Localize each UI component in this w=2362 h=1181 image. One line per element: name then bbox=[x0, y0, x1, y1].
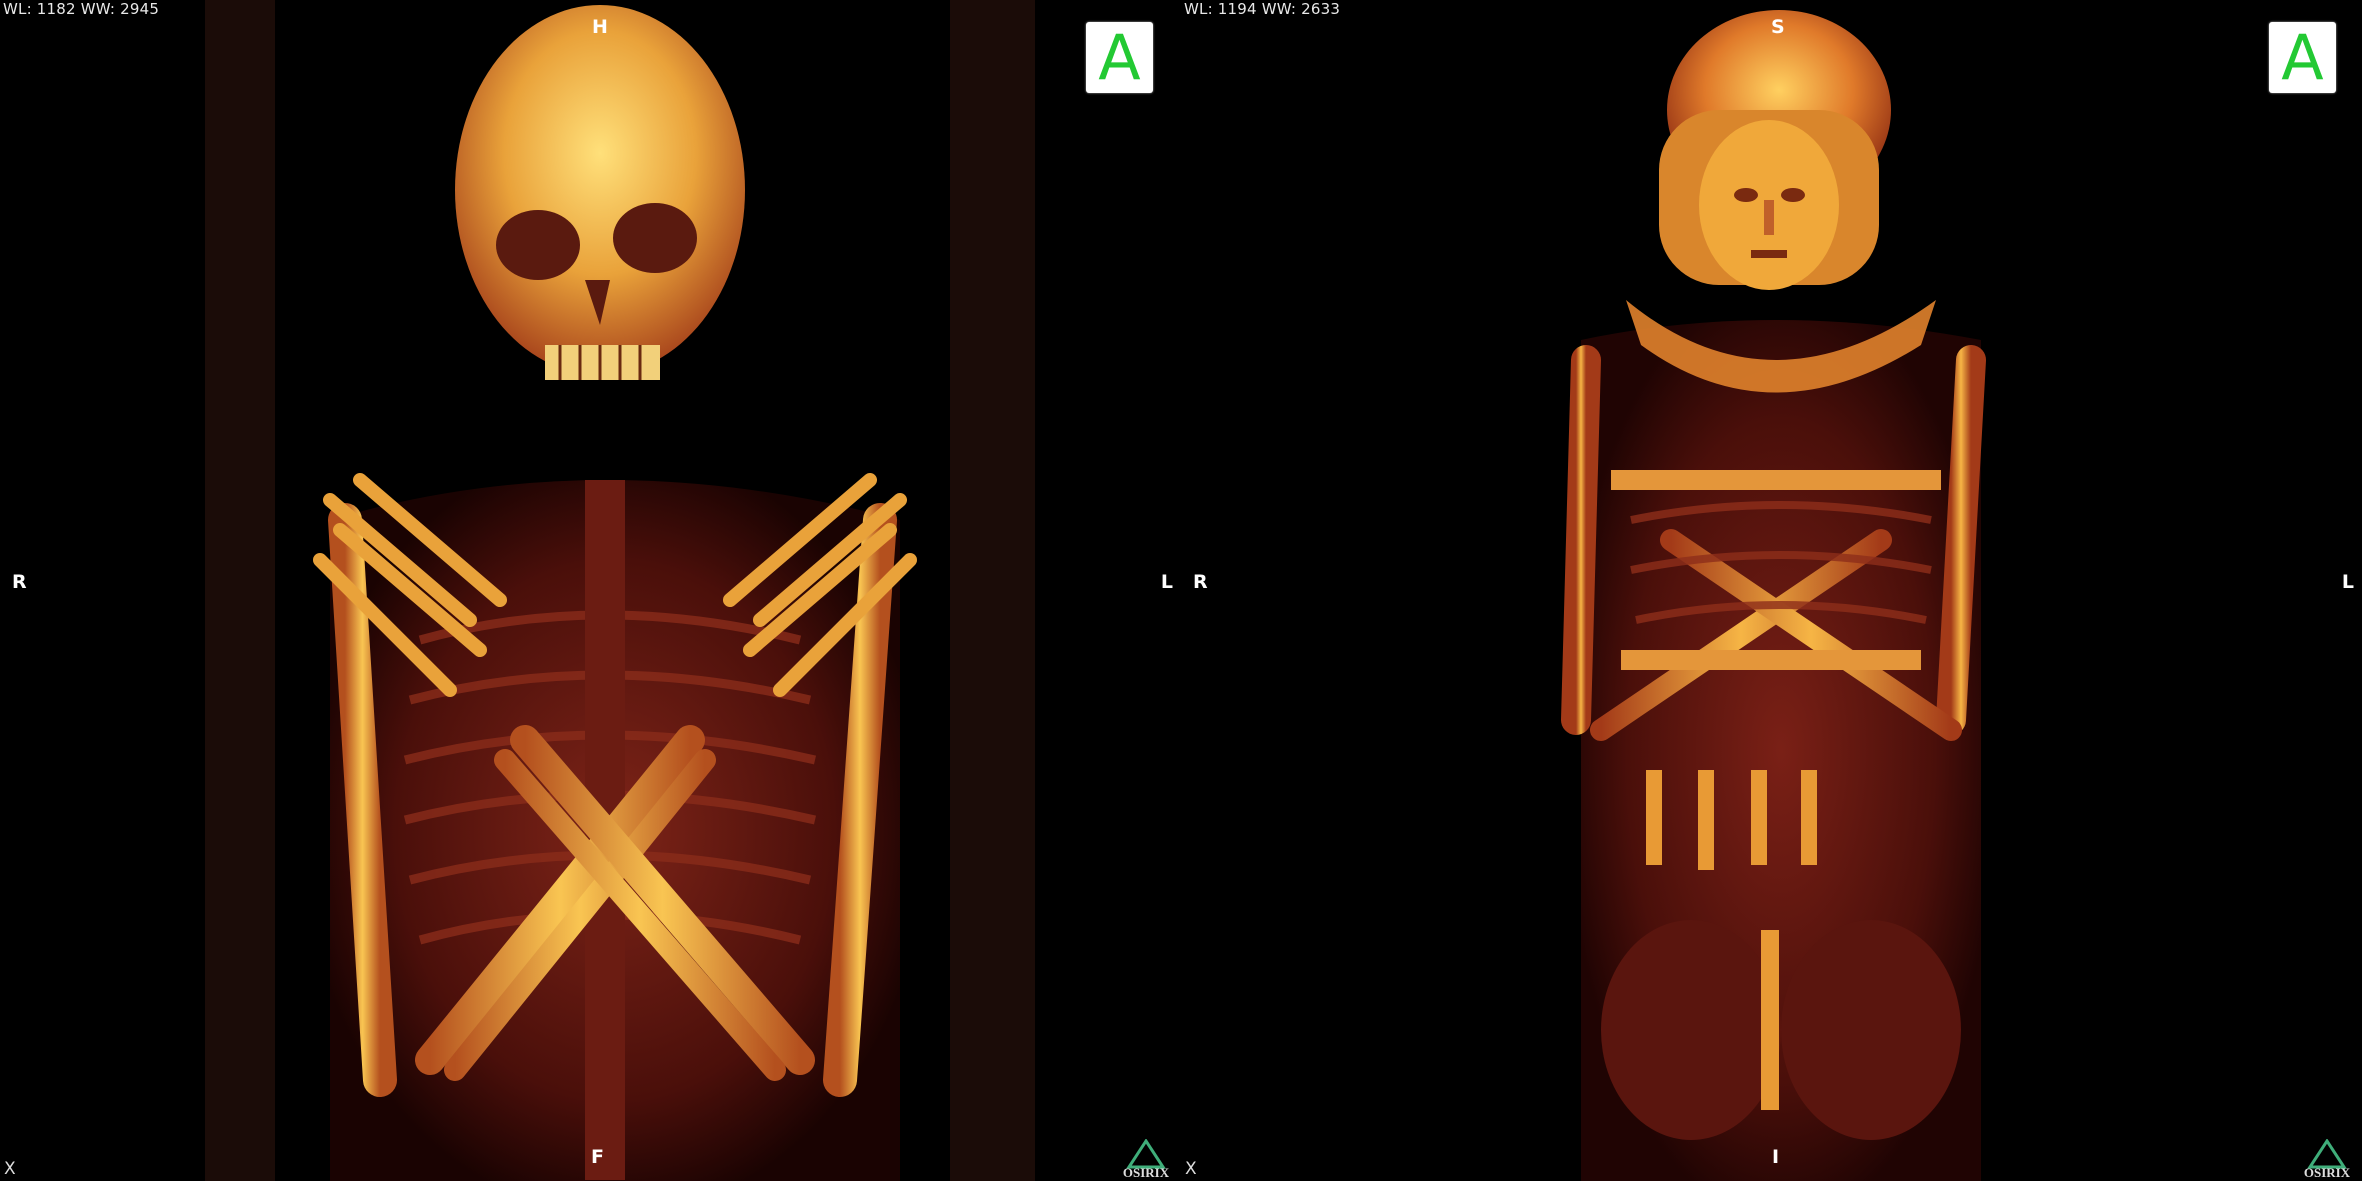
orientation-top-label: H bbox=[592, 16, 608, 38]
orientation-left-label: R bbox=[1193, 571, 1208, 593]
mask-render-image[interactable] bbox=[1181, 0, 2362, 1181]
anterior-orientation-button[interactable]: A bbox=[1086, 22, 1153, 93]
orientation-left-label: R bbox=[12, 571, 27, 593]
svg-text:OSIRIX: OSIRIX bbox=[2304, 1165, 2351, 1179]
window-level-readout: WL: 1182 WW: 2945 bbox=[3, 0, 160, 18]
osirix-logo-icon: OSIRIX bbox=[1123, 1139, 1170, 1179]
orientation-right-label: L bbox=[2341, 571, 2354, 593]
skeleton-render-image[interactable] bbox=[0, 0, 1181, 1181]
orientation-right-label: L bbox=[1160, 571, 1173, 593]
anterior-label: A bbox=[1098, 20, 1141, 94]
close-viewport-button[interactable]: X bbox=[4, 1159, 16, 1179]
orientation-top-label: S bbox=[1771, 16, 1785, 38]
svg-text:OSIRIX: OSIRIX bbox=[1123, 1165, 1170, 1179]
window-level-readout: WL: 1194 WW: 2633 bbox=[1184, 0, 1341, 18]
left-viewport[interactable]: WL: 1182 WW: 2945 H F R L A X OSIRIX bbox=[0, 0, 1181, 1181]
osirix-logo-icon: OSIRIX bbox=[2304, 1139, 2351, 1179]
anterior-orientation-button[interactable]: A bbox=[2269, 22, 2336, 93]
right-viewport[interactable]: WL: 1194 WW: 2633 S I R L A X OSIRIX bbox=[1181, 0, 2362, 1181]
orientation-bottom-label: F bbox=[591, 1146, 604, 1168]
orientation-bottom-label: I bbox=[1772, 1146, 1780, 1168]
close-viewport-button[interactable]: X bbox=[1185, 1159, 1197, 1179]
anterior-label: A bbox=[2281, 20, 2324, 94]
